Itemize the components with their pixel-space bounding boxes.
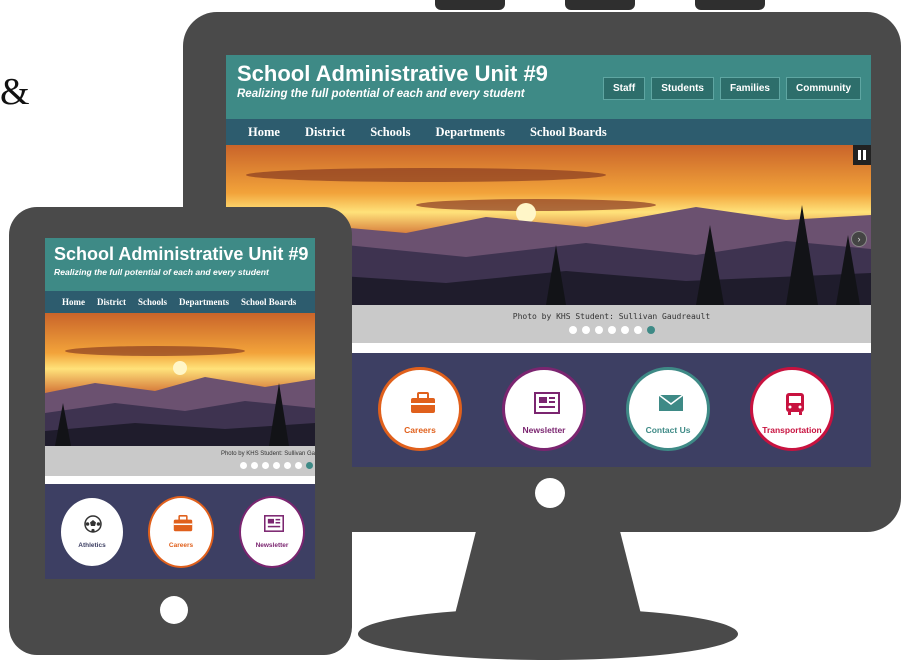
tablet-newsletter-tile[interactable]: Newsletter [239, 496, 305, 568]
tablet-quick-tiles: Athletics Careers Newsletter [45, 484, 315, 579]
tablet-nav-schools[interactable]: Schools [138, 291, 167, 313]
briefcase-icon [411, 392, 435, 413]
photo-credit: Photo by KHS Student: Sullivan Gaudreaul… [512, 312, 711, 321]
tablet-site-title[interactable]: School Administrative Unit #9 [54, 244, 308, 265]
slide-dot[interactable] [633, 326, 642, 334]
tablet-home-button[interactable] [160, 596, 188, 624]
tablet-site-header: School Administrative Unit #9 Realizing … [45, 238, 315, 291]
newspaper-icon [264, 515, 284, 532]
tablet-slide-caption: Photo by KHS Student: Sullivan Ga [45, 446, 315, 476]
tablet-site-tagline: Realizing the full potential of each and… [54, 267, 269, 277]
audience-links: Staff Students Families Community [602, 77, 861, 100]
slide-dot[interactable] [607, 326, 616, 334]
site-title[interactable]: School Administrative Unit #9 [237, 61, 548, 87]
tile-label: Transportation [762, 425, 822, 435]
slide-dot[interactable] [581, 326, 590, 334]
nav-home[interactable]: Home [248, 119, 280, 145]
top-decoration [330, 0, 870, 10]
tablet-slide-dots [240, 462, 313, 469]
tablet-nav-departments[interactable]: Departments [179, 291, 229, 313]
ampersand-decoration: & [0, 71, 30, 113]
newspaper-icon [534, 392, 560, 414]
slide-dot[interactable] [273, 462, 280, 469]
tile-label: Contact Us [645, 425, 691, 435]
slide-dot[interactable] [251, 462, 258, 469]
slide-dot-active[interactable] [306, 462, 313, 469]
slide-caption: Photo by KHS Student: Sullivan Gaudreaul… [352, 305, 871, 343]
families-link[interactable]: Families [719, 77, 780, 100]
slide-dot-active[interactable] [646, 326, 655, 334]
tablet-main-nav: Home District Schools Departments School… [45, 291, 315, 313]
transportation-tile[interactable]: Transportation [750, 367, 834, 451]
slide-dot[interactable] [295, 462, 302, 469]
site-tagline: Realizing the full potential of each and… [237, 88, 525, 100]
tablet-hero-image [45, 313, 315, 446]
tablet-nav-district[interactable]: District [97, 291, 126, 313]
nav-departments[interactable]: Departments [436, 119, 505, 145]
staff-link[interactable]: Staff [602, 77, 646, 100]
nav-district[interactable]: District [305, 119, 345, 145]
bus-icon [786, 393, 804, 415]
tablet-nav-home[interactable]: Home [62, 291, 85, 313]
slide-dot[interactable] [568, 326, 577, 334]
tile-label: Newsletter [522, 425, 566, 435]
main-nav: Home District Schools Departments School… [226, 119, 871, 145]
slide-dot[interactable] [240, 462, 247, 469]
slideshow-next-icon[interactable]: › [851, 231, 867, 247]
briefcase-icon [173, 515, 193, 532]
tablet-careers-tile[interactable]: Careers [148, 496, 214, 568]
slideshow-pause-button[interactable] [853, 145, 871, 165]
slide-dots [352, 326, 871, 334]
soccer-ball-icon [84, 515, 102, 533]
careers-tile[interactable]: Careers [378, 367, 462, 451]
envelope-icon [658, 394, 684, 411]
slide-dot[interactable] [594, 326, 603, 334]
tile-label: Careers [404, 425, 436, 435]
tablet-screen: School Administrative Unit #9 Realizing … [45, 238, 315, 579]
tablet-device: School Administrative Unit #9 Realizing … [9, 207, 352, 655]
slide-dot[interactable] [284, 462, 291, 469]
contact-us-tile[interactable]: Contact Us [626, 367, 710, 451]
divider [352, 343, 871, 353]
site-header: School Administrative Unit #9 Realizing … [226, 55, 871, 119]
monitor-power-dot [535, 478, 565, 508]
tablet-divider [45, 476, 315, 484]
tile-label: Athletics [78, 542, 106, 549]
athletics-tile[interactable]: Athletics [59, 496, 125, 568]
tile-label: Careers [168, 542, 194, 549]
tile-label: Newsletter [255, 542, 289, 549]
tablet-nav-school-boards[interactable]: School Boards [241, 291, 296, 313]
slide-dot[interactable] [262, 462, 269, 469]
students-link[interactable]: Students [651, 77, 714, 100]
slide-dot[interactable] [620, 326, 629, 334]
nav-schools[interactable]: Schools [370, 119, 410, 145]
community-link[interactable]: Community [786, 77, 861, 100]
tablet-photo-credit: Photo by KHS Student: Sullivan Ga [220, 451, 315, 457]
monitor-stand-base [358, 608, 738, 660]
quick-tiles: Careers Newsletter Contact Us Transporta… [352, 353, 871, 467]
newsletter-tile[interactable]: Newsletter [502, 367, 586, 451]
nav-school-boards[interactable]: School Boards [530, 119, 607, 145]
